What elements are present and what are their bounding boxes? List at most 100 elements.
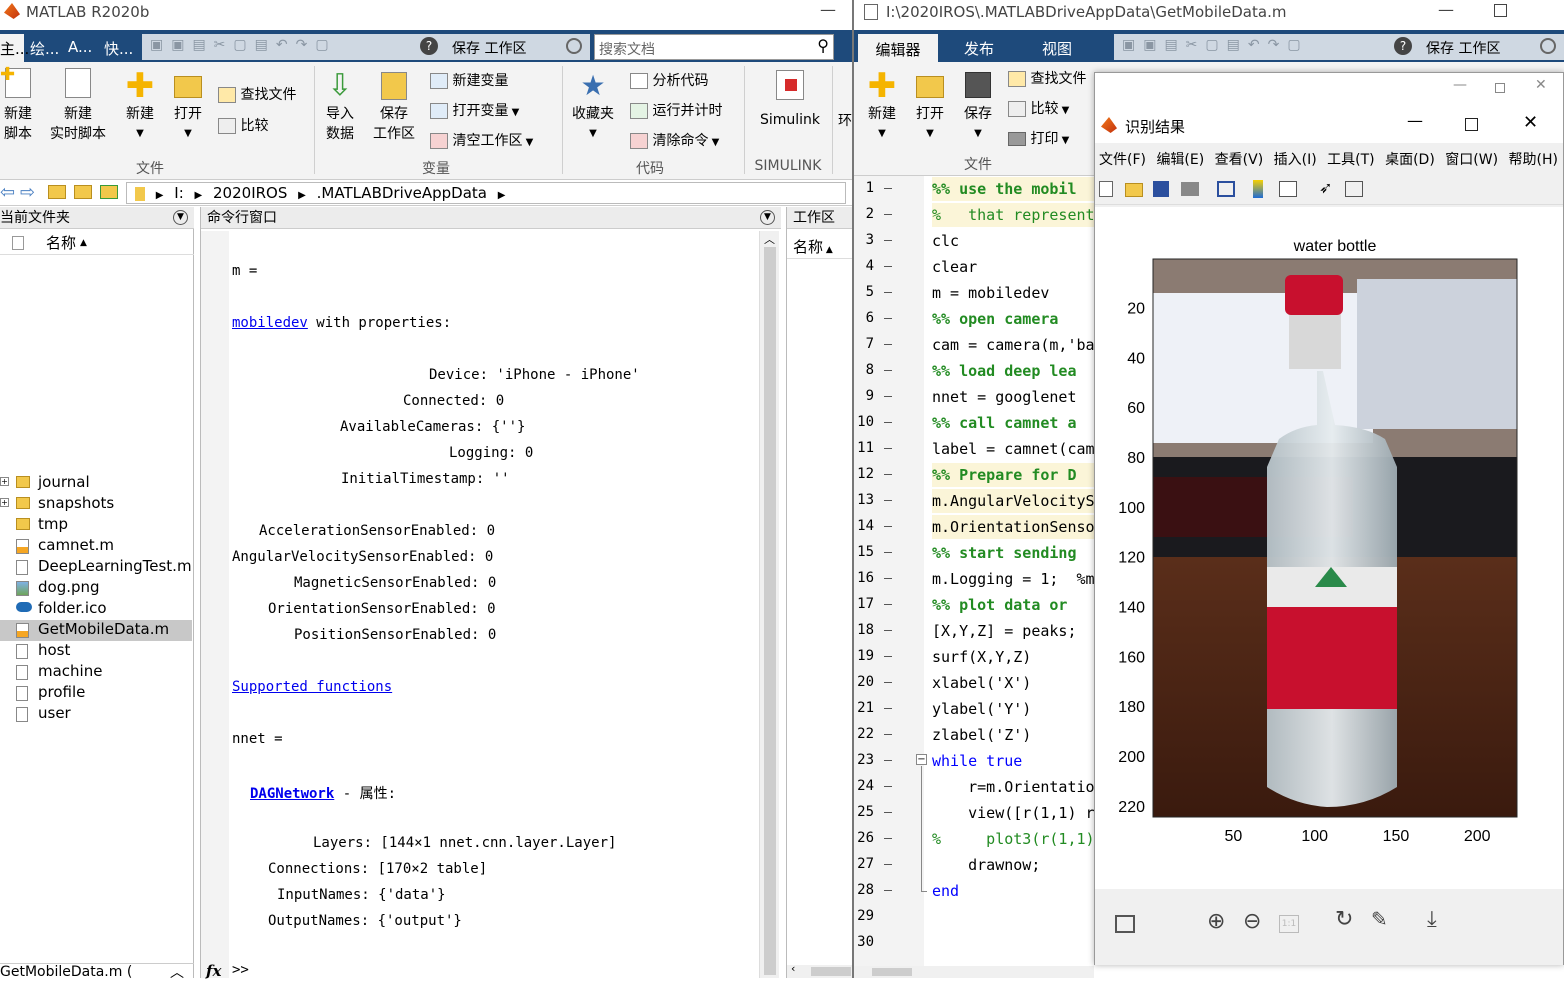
- code-line[interactable]: ylabel('Y'): [932, 697, 1094, 721]
- file-row[interactable]: user: [0, 704, 192, 725]
- code-line[interactable]: %% open camera: [932, 307, 1094, 331]
- open-button[interactable]: 打开 ▼: [168, 68, 208, 144]
- breakpoint-marker[interactable]: [884, 890, 892, 891]
- zoom-out-icon[interactable]: ⊖: [1243, 909, 1261, 934]
- breakpoint-marker[interactable]: [884, 370, 892, 371]
- code-line[interactable]: end: [932, 879, 1094, 903]
- code-line[interactable]: % plot3(r(1,1): [932, 827, 1094, 851]
- analyze-code-button[interactable]: 分析代码: [630, 70, 708, 90]
- breakpoint-marker[interactable]: [884, 396, 892, 397]
- tab-view[interactable]: 视图: [1042, 38, 1072, 59]
- editor-find-files-button[interactable]: 查找文件: [1008, 68, 1086, 88]
- zoom-in-icon[interactable]: ⊕: [1207, 909, 1225, 934]
- code-line[interactable]: % that represent: [932, 203, 1094, 227]
- breakpoint-marker[interactable]: [884, 318, 892, 319]
- code-line[interactable]: nnet = googlenet: [932, 385, 1094, 409]
- code-line[interactable]: %% start sending: [932, 541, 1094, 565]
- save-icon[interactable]: [1153, 181, 1169, 197]
- code-line[interactable]: cam = camera(m,'ba: [932, 333, 1094, 357]
- tab-plots[interactable]: 绘...: [30, 38, 59, 59]
- panel-menu-icon[interactable]: ▼: [173, 210, 188, 225]
- file-row[interactable]: + snapshots: [0, 494, 192, 515]
- quick-icons[interactable]: ▣▣▤✂▢▤↶↷▢: [150, 37, 337, 53]
- menu-desktop[interactable]: 桌面(D): [1385, 152, 1435, 168]
- environment-button[interactable]: 环: [838, 110, 852, 130]
- file-row[interactable]: host: [0, 641, 192, 662]
- code-line[interactable]: %% plot data or: [932, 593, 1094, 617]
- minimize-icon[interactable]: —: [1453, 77, 1467, 93]
- file-row[interactable]: GetMobileData.m: [0, 620, 192, 641]
- breakpoint-marker[interactable]: [884, 786, 892, 787]
- code-line[interactable]: [932, 931, 1094, 955]
- menu-help[interactable]: 帮助(H): [1509, 152, 1558, 168]
- breakpoint-marker[interactable]: [884, 422, 892, 423]
- breakpoint-marker[interactable]: [884, 812, 892, 813]
- breakpoint-marker[interactable]: [884, 240, 892, 241]
- breakpoint-marker[interactable]: [884, 344, 892, 345]
- new-live-script-button[interactable]: 新建 实时脚本: [46, 68, 110, 144]
- back-icon[interactable]: ⇦: [0, 182, 15, 203]
- code-line[interactable]: m.Logging = 1; %m: [932, 567, 1094, 591]
- breakpoint-marker[interactable]: [884, 266, 892, 267]
- code-line[interactable]: [932, 905, 1094, 929]
- code-line[interactable]: %% Prepare for D: [932, 463, 1094, 487]
- breakpoint-marker[interactable]: [884, 734, 892, 735]
- tab-home[interactable]: 主...: [0, 34, 29, 62]
- command-link[interactable]: Supported functions: [232, 679, 392, 695]
- property-editor-icon[interactable]: [1345, 181, 1363, 197]
- menu-file[interactable]: 文件(F): [1099, 152, 1146, 168]
- rotate-icon[interactable]: ↻: [1335, 907, 1353, 932]
- breakpoint-marker[interactable]: [884, 578, 892, 579]
- code-line[interactable]: r=m.Orientatio: [932, 775, 1094, 799]
- breakpoint-marker[interactable]: [884, 682, 892, 683]
- workspace-hscroll[interactable]: ‹: [787, 962, 853, 978]
- close-icon[interactable]: ✕: [1535, 77, 1547, 93]
- menu-view[interactable]: 查看(V): [1215, 152, 1264, 168]
- path-field[interactable]: ▶ I: ▶ 2020IROS ▶ .MATLABDriveAppData ▶: [126, 182, 846, 204]
- breadcrumb-folder[interactable]: 2020IROS: [213, 184, 287, 202]
- code-line[interactable]: %% load deep lea: [932, 359, 1094, 383]
- breakpoint-marker[interactable]: [884, 838, 892, 839]
- run-and-time-button[interactable]: 运行并计时: [630, 100, 722, 120]
- file-row[interactable]: DeepLearningTest.m: [0, 557, 192, 578]
- compare-button[interactable]: 比较: [218, 115, 268, 135]
- minimize-icon[interactable]: —: [820, 0, 836, 19]
- expand-icon[interactable]: +: [0, 498, 9, 507]
- tab-editor[interactable]: 编辑器: [858, 34, 938, 62]
- breakpoint-marker[interactable]: [884, 656, 892, 657]
- editor-save-button[interactable]: 保存 ▼: [958, 68, 998, 144]
- fx-icon[interactable]: fx: [206, 962, 221, 980]
- breakpoint-marker[interactable]: [884, 474, 892, 475]
- command-link[interactable]: DAGNetwork: [250, 786, 334, 802]
- panel-menu-icon[interactable]: ▼: [760, 210, 775, 225]
- editor-compare-button[interactable]: 比较 ▼: [1008, 98, 1069, 118]
- minimize-icon[interactable]: —: [1438, 0, 1454, 19]
- close-icon[interactable]: ✕: [1523, 112, 1538, 133]
- file-row[interactable]: camnet.m: [0, 536, 192, 557]
- browse-folder-icon[interactable]: [74, 185, 92, 199]
- browse-icon[interactable]: [100, 185, 118, 199]
- code-line[interactable]: m.AngularVelocityS: [932, 489, 1094, 513]
- pointer-icon[interactable]: ➶: [1319, 178, 1332, 197]
- code-line[interactable]: %% use the mobil: [932, 177, 1094, 201]
- simulink-button[interactable]: Simulink: [752, 68, 828, 130]
- maximize-icon[interactable]: [1465, 118, 1478, 131]
- new-button[interactable]: ✚ 新建 ▼: [120, 68, 160, 144]
- code-line[interactable]: label = camnet(cam: [932, 437, 1094, 461]
- code-line[interactable]: zlabel('Z'): [932, 723, 1094, 747]
- fold-icon[interactable]: −: [916, 754, 927, 765]
- file-row[interactable]: machine: [0, 662, 192, 683]
- code-line[interactable]: %% call camnet a: [932, 411, 1094, 435]
- code-line[interactable]: xlabel('X'): [932, 671, 1094, 695]
- help-icon[interactable]: ?: [1394, 37, 1412, 55]
- code-line[interactable]: m = mobiledev: [932, 281, 1094, 305]
- editor-hscroll[interactable]: [854, 966, 1094, 978]
- legend-icon[interactable]: [1279, 181, 1297, 197]
- file-row[interactable]: tmp: [0, 515, 192, 536]
- breakpoint-marker[interactable]: [884, 552, 892, 553]
- clear-commands-button[interactable]: 清除命令 ▼: [630, 130, 719, 150]
- new-script-button[interactable]: ✚ 新建 脚本: [0, 65, 34, 144]
- print-icon[interactable]: [1181, 182, 1199, 196]
- editor-open-button[interactable]: 打开 ▼: [910, 68, 950, 144]
- search-docs-input[interactable]: 搜索文档 ⚲: [594, 34, 834, 60]
